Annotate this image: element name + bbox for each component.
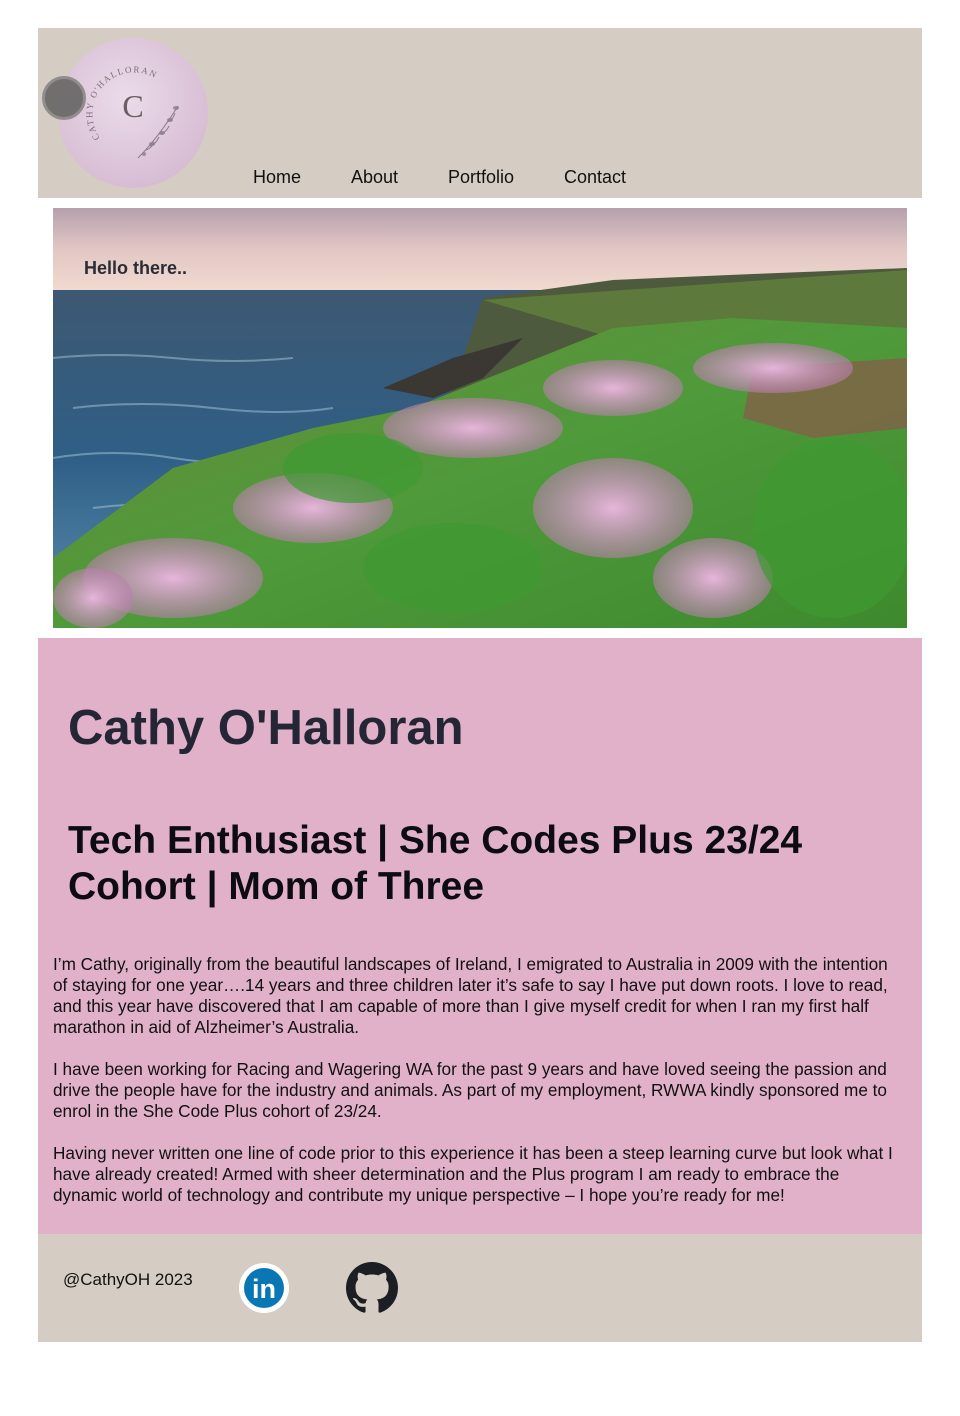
- page-title: Cathy O'Halloran: [68, 701, 464, 755]
- github-icon[interactable]: [346, 1262, 398, 1314]
- bio-paragraph-3: Having never written one line of code pr…: [53, 1143, 893, 1205]
- nav-contact[interactable]: Contact: [564, 167, 626, 188]
- about-section: Cathy O'Halloran Tech Enthusiast | She C…: [38, 638, 922, 1234]
- footer-handle: @CathyOH 2023: [63, 1270, 193, 1289]
- tagline: Tech Enthusiast | She Codes Plus 23/24 C…: [68, 819, 803, 908]
- nav-about[interactable]: About: [351, 167, 398, 188]
- nav-portfolio[interactable]: Portfolio: [448, 167, 514, 188]
- hero-banner: Hello there..: [53, 208, 907, 628]
- linkedin-icon-text: in: [252, 1274, 276, 1304]
- linkedin-icon[interactable]: in: [238, 1262, 290, 1314]
- site-header: CATHY O'HALLORAN C Home About Portfolio …: [38, 28, 922, 198]
- bio-paragraph-2: I have been working for Racing and Wager…: [53, 1059, 887, 1121]
- logo-overlay-circle: [42, 76, 86, 120]
- site-footer: @CathyOH 2023 in: [38, 1234, 922, 1342]
- logo[interactable]: CATHY O'HALLORAN C: [58, 38, 208, 188]
- hero-greeting: Hello there..: [84, 258, 188, 278]
- bio-paragraph-1: I’m Cathy, originally from the beautiful…: [53, 954, 888, 1037]
- nav-home[interactable]: Home: [253, 167, 301, 188]
